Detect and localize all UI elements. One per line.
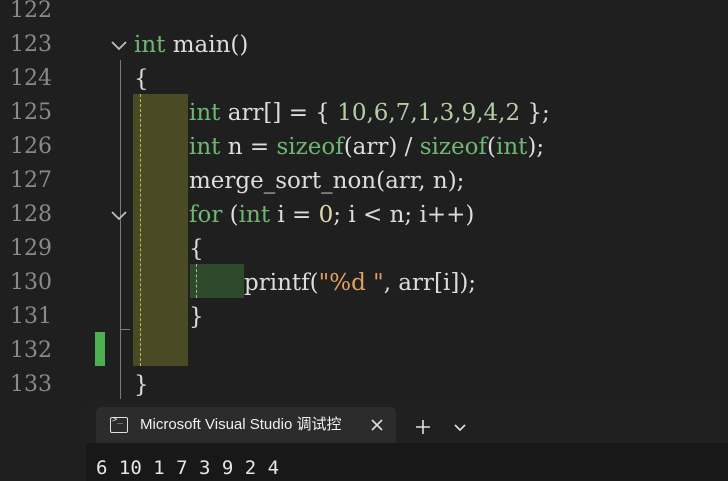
code-editor[interactable]: 122 123 int main() 124 { 125 int arr[] =… [0, 0, 728, 400]
line-number: 132 [10, 338, 52, 363]
fold-chevron-icon[interactable] [108, 204, 130, 226]
code-line: 125 int arr[] = { 10,6,7,1,3,9,4,2 }; [0, 96, 728, 130]
code-text: { [189, 236, 204, 262]
code-line: 127 merge_sort_non(arr, n); [0, 164, 728, 198]
code-line: 132 [0, 334, 728, 368]
code-text: } [189, 304, 204, 330]
code-text: merge_sort_non(arr, n); [189, 168, 465, 194]
terminal-window[interactable]: Microsoft Visual Studio 调试控 6 10 1 7 3 9… [86, 399, 728, 481]
tab-title: Microsoft Visual Studio 调试控 [140, 416, 342, 433]
code-text: } [134, 372, 149, 398]
line-number: 126 [10, 134, 52, 159]
chevron-down-icon[interactable] [447, 414, 473, 440]
code-line: 124 { [0, 62, 728, 96]
line-number: 122 [10, 0, 52, 23]
fold-chevron-icon[interactable] [108, 34, 130, 56]
line-number: 130 [10, 270, 52, 295]
code-line: 129 { [0, 232, 728, 266]
plus-icon[interactable] [410, 414, 436, 440]
code-text: int arr[] = { 10,6,7,1,3,9,4,2 }; [189, 100, 550, 126]
code-line: 126 int n = sizeof(arr) / sizeof(int); [0, 130, 728, 164]
line-number: 125 [10, 100, 52, 125]
line-number: 128 [10, 202, 52, 227]
code-line: 122 [0, 0, 728, 28]
terminal-tab[interactable]: Microsoft Visual Studio 调试控 [96, 407, 396, 443]
code-text: int main() [134, 32, 249, 58]
line-number: 129 [10, 236, 52, 261]
close-icon[interactable] [364, 412, 390, 438]
line-number: 133 [10, 372, 52, 397]
terminal-tab-bar: Microsoft Visual Studio 调试控 [86, 399, 728, 443]
code-line: 133 } [0, 368, 728, 402]
terminal-icon [110, 415, 128, 433]
code-text: { [134, 66, 149, 92]
line-number: 123 [10, 32, 52, 57]
line-number: 131 [10, 304, 52, 329]
line-number: 127 [10, 168, 52, 193]
code-text: for (int i = 0; i < n; i++) [189, 202, 475, 228]
code-line: 131 } [0, 300, 728, 334]
code-line: 130 printf("%d ", arr[i]); [0, 266, 728, 300]
terminal-output: 6 10 1 7 3 9 2 4 [96, 457, 280, 479]
code-line: 123 int main() [0, 28, 728, 62]
code-line: 128 for (int i = 0; i < n; i++) [0, 198, 728, 232]
line-number: 124 [10, 66, 52, 91]
code-text: int n = sizeof(arr) / sizeof(int); [189, 134, 545, 160]
code-text: printf("%d ", arr[i]); [244, 270, 477, 296]
